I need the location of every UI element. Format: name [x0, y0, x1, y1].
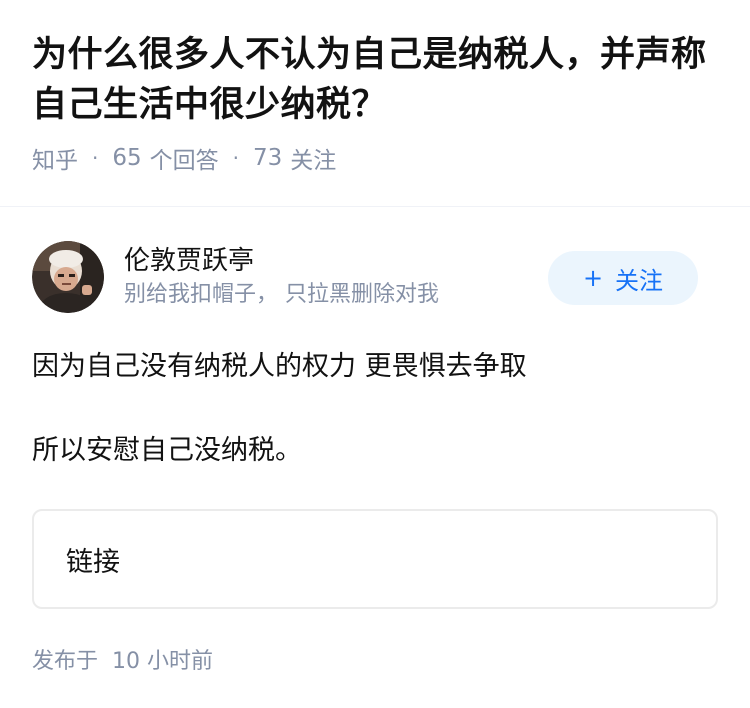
meta-separator: ·	[232, 146, 239, 170]
answer-count-label[interactable]: 个回答	[150, 141, 219, 175]
answer-paragraph: 所以安慰自己没纳税。	[32, 435, 302, 466]
section-divider	[0, 206, 750, 207]
answer-content: 因为自己没有纳税人的权力 更畏惧去争取 所以安慰自己没纳税。	[32, 345, 718, 473]
meta-separator: ·	[92, 146, 99, 170]
link-card[interactable]: 链接	[32, 509, 718, 609]
avatar[interactable]	[32, 241, 104, 313]
author-row: 伦敦贾跃亭 别给我扣帽子， 只拉黑删除对我 + 关注	[32, 241, 718, 313]
follow-count-label[interactable]: 关注	[290, 141, 336, 175]
publish-prefix: 发布于	[32, 649, 99, 674]
question-meta: 知乎 · 65 个回答 · 73 关注	[32, 140, 718, 176]
follow-button[interactable]: + 关注	[548, 251, 698, 305]
question-title[interactable]: 为什么很多人不认为自己是纳税人，并声称自己生活中很少纳税？	[32, 30, 718, 130]
publish-time: 发布于 10 小时前	[32, 643, 718, 675]
author-bio: 别给我扣帽子， 只拉黑删除对我	[124, 282, 439, 307]
question-header: 为什么很多人不认为自己是纳税人，并声称自己生活中很少纳税？ 知乎 · 65 个回…	[0, 0, 750, 176]
source-label[interactable]: 知乎	[32, 141, 78, 175]
link-card-label: 链接	[66, 546, 120, 578]
plus-icon: +	[582, 264, 604, 292]
answer-paragraph: 因为自己没有纳税人的权力 更畏惧去争取	[32, 351, 527, 382]
follow-button-label: 关注	[615, 266, 664, 295]
publish-time-value: 10 小时前	[112, 649, 214, 674]
answer-card: 伦敦贾跃亭 别给我扣帽子， 只拉黑删除对我 + 关注 因为自己没有纳税人的权力 …	[0, 241, 750, 675]
author-info: 伦敦贾跃亭 别给我扣帽子， 只拉黑删除对我	[124, 243, 504, 311]
person-photo-icon	[32, 241, 104, 313]
follow-count: 73	[253, 145, 283, 171]
answer-count: 65	[112, 145, 142, 171]
author-name[interactable]: 伦敦贾跃亭	[124, 243, 504, 279]
